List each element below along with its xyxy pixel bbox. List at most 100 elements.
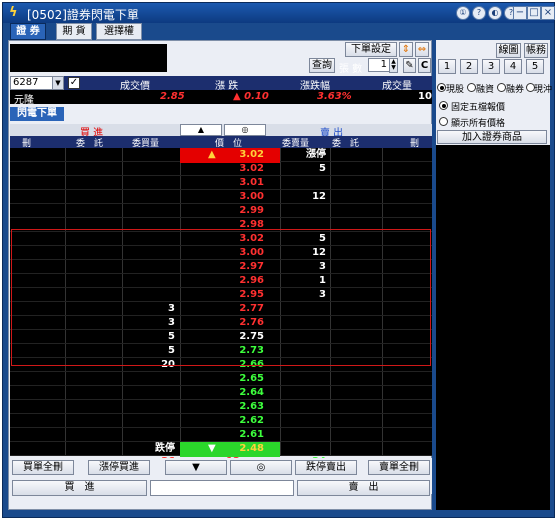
tab-flash-order[interactable]: 閃電下單 bbox=[10, 107, 64, 121]
price-cell[interactable]: 3.00 bbox=[180, 190, 280, 205]
order-settings-button[interactable]: 下單設定 bbox=[345, 42, 397, 57]
scroll-up-button[interactable]: ▲ bbox=[180, 124, 222, 136]
product-list[interactable] bbox=[436, 145, 550, 510]
bid-qty-cell[interactable] bbox=[122, 148, 175, 163]
price-cell[interactable]: 2.61 bbox=[180, 428, 280, 443]
buy-button[interactable]: 買 進 bbox=[12, 480, 147, 496]
radio-show-all[interactable] bbox=[439, 117, 448, 126]
radio-cash[interactable] bbox=[437, 83, 446, 92]
ask-qty-cell[interactable] bbox=[280, 372, 326, 387]
radio-fixed-five-label: 固定五檔報價 bbox=[451, 103, 506, 113]
ladder-row[interactable]: 跌停 ▼ 2.48 bbox=[10, 442, 432, 457]
account-display bbox=[10, 44, 167, 72]
ladder-row[interactable]: 2.62 bbox=[10, 414, 432, 428]
bid-qty-cell[interactable] bbox=[122, 204, 175, 219]
ask-qty-cell[interactable]: 12 bbox=[280, 190, 326, 205]
query-button[interactable]: 查詢 bbox=[309, 58, 335, 73]
edit-icon[interactable]: ✎ bbox=[403, 58, 416, 73]
preset-1-button[interactable]: 1 bbox=[438, 59, 456, 74]
center-button[interactable]: ◎ bbox=[224, 124, 266, 136]
tab-securities[interactable]: 證 券 bbox=[10, 23, 46, 40]
bid-qty-cell[interactable] bbox=[122, 400, 175, 415]
ask-qty-cell[interactable] bbox=[280, 400, 326, 415]
price-cell[interactable]: 2.63 bbox=[180, 400, 280, 415]
theme-icon[interactable]: ◐ bbox=[488, 6, 502, 20]
bid-qty-cell[interactable] bbox=[122, 190, 175, 205]
scroll-down-button[interactable]: ▼ bbox=[165, 460, 227, 475]
price-cell[interactable]: 2.65 bbox=[180, 372, 280, 387]
bid-qty-cell[interactable] bbox=[122, 176, 175, 191]
preset-3-button[interactable]: 3 bbox=[482, 59, 500, 74]
clear-c-button[interactable]: C bbox=[418, 58, 431, 73]
radio-margin-label: 融資 bbox=[476, 85, 495, 95]
ladder-row[interactable]: ▲ 3.02 漲停 bbox=[10, 148, 432, 163]
swap-icon[interactable]: ⇔ bbox=[415, 42, 429, 57]
ladder-row[interactable]: 2.99 bbox=[10, 204, 432, 218]
minimize-button[interactable]: − bbox=[513, 6, 527, 20]
bid-qty-cell[interactable] bbox=[122, 372, 175, 387]
price-cell[interactable]: 3.02 bbox=[180, 162, 280, 177]
ladder-row[interactable]: 3.02 5 bbox=[10, 162, 432, 176]
limit-up-buy-button[interactable]: 漲停買進 bbox=[88, 460, 150, 475]
radio-fixed-five[interactable] bbox=[439, 101, 448, 110]
ladder-row[interactable]: 3.00 12 bbox=[10, 190, 432, 204]
price-cell[interactable]: 2.64 bbox=[180, 386, 280, 401]
bid-qty-cell[interactable] bbox=[122, 162, 175, 177]
limit-down-sell-button[interactable]: 跌停賣出 bbox=[295, 460, 357, 475]
ask-qty-cell[interactable] bbox=[280, 386, 326, 401]
recenter-button[interactable]: ◎ bbox=[230, 460, 292, 475]
ask-qty-cell[interactable] bbox=[280, 176, 326, 191]
cancel-all-sell-button[interactable]: 賣單全刪 bbox=[368, 460, 430, 475]
price-cell[interactable]: ▲ 3.02 bbox=[180, 148, 280, 163]
ladder-row[interactable]: 2.65 bbox=[10, 372, 432, 386]
bottom-controls: 買單全刪 漲停買進 ▼ ◎ 跌停賣出 賣單全刪 買 進 賣 出 bbox=[10, 458, 432, 496]
preset-2-button[interactable]: 2 bbox=[460, 59, 478, 74]
help-icon[interactable]: ? bbox=[472, 6, 486, 20]
bid-qty-cell[interactable]: 跌停 bbox=[122, 442, 175, 457]
preset-5-button[interactable]: 5 bbox=[526, 59, 544, 74]
volume: 10 bbox=[418, 91, 432, 102]
account-button[interactable]: 帳務 bbox=[524, 43, 548, 58]
ladder-row[interactable]: 3.01 bbox=[10, 176, 432, 190]
change-value: ▲ 0.10 bbox=[233, 91, 269, 102]
app-logo-icon: ϟ bbox=[9, 5, 18, 20]
bid-qty-cell[interactable] bbox=[122, 386, 175, 401]
cancel-all-buy-button[interactable]: 買單全刪 bbox=[12, 460, 74, 475]
ladder-row[interactable]: 2.64 bbox=[10, 386, 432, 400]
preset-4-button[interactable]: 4 bbox=[504, 59, 522, 74]
ask-qty-cell[interactable]: 漲停 bbox=[280, 148, 326, 163]
radio-margin[interactable] bbox=[467, 83, 476, 92]
price-cell[interactable]: 2.99 bbox=[180, 204, 280, 219]
price-cell[interactable]: ▼ 2.48 bbox=[180, 442, 280, 457]
ladder-control-row: 買 進 ▲ ◎ 賣 出 bbox=[10, 124, 432, 139]
ask-qty-cell[interactable] bbox=[280, 414, 326, 429]
price-value: 2.63 bbox=[239, 401, 264, 412]
price-ladder: 買 進 ▲ ◎ 賣 出 刪 委 託 委買量 價 位 委賣量 委 託 刪 ▲ 3.0… bbox=[10, 124, 432, 468]
lots-value: 1 bbox=[380, 59, 387, 70]
close-button[interactable]: × bbox=[541, 6, 555, 20]
quote-values: 元隆 2.85 ▲ 0.10 3.63% 10 bbox=[10, 90, 432, 106]
price-cell[interactable]: 2.62 bbox=[180, 414, 280, 429]
line-chart-button[interactable]: 線圖 bbox=[496, 43, 521, 58]
ask-qty-cell[interactable] bbox=[280, 442, 326, 457]
ladder-row[interactable]: 2.63 bbox=[10, 400, 432, 414]
stock-checkbox[interactable]: ✓ bbox=[68, 77, 80, 89]
tab-options[interactable]: 選擇權 bbox=[96, 23, 142, 40]
bid-qty-cell[interactable] bbox=[122, 428, 175, 443]
bid-qty-cell[interactable] bbox=[122, 414, 175, 429]
stock-code-value: 6287 bbox=[13, 77, 39, 88]
sell-button[interactable]: 賣 出 bbox=[297, 480, 430, 496]
add-product-button[interactable]: 加入證券商品 bbox=[437, 130, 547, 144]
settings-arrow-icon[interactable]: ⇕ bbox=[399, 42, 413, 57]
stock-code-select[interactable]: 6287 ▼ bbox=[10, 76, 64, 90]
tab-futures[interactable]: 期 貨 bbox=[56, 23, 92, 40]
ladder-row[interactable]: 2.61 bbox=[10, 428, 432, 442]
ask-qty-cell[interactable]: 5 bbox=[280, 162, 326, 177]
maximize-button[interactable]: □ bbox=[527, 6, 541, 20]
ask-qty-cell[interactable] bbox=[280, 428, 326, 443]
radio-short[interactable] bbox=[497, 83, 506, 92]
ask-qty-cell[interactable] bbox=[280, 204, 326, 219]
lots-stepper[interactable]: ▲ ▼ bbox=[389, 58, 398, 73]
price-cell[interactable]: 3.01 bbox=[180, 176, 280, 191]
info-icon[interactable]: ① bbox=[456, 6, 470, 20]
